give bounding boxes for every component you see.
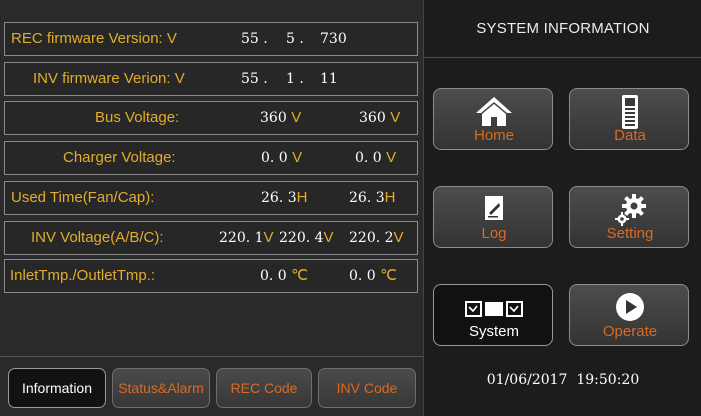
used-time-label: Used Time(Fan/Cap): [11, 189, 155, 206]
system-label: System [468, 323, 519, 340]
inv-firmware-row: INV firmware Verion: V 55 . 1 . 11 [4, 62, 418, 96]
rec-firmware-major: 55 . [241, 31, 268, 47]
tab-inv-code[interactable]: INV Code [318, 368, 416, 408]
operate-label: Operate [602, 323, 658, 340]
inv-voltage-b: 220. 4V [279, 229, 334, 246]
inv-firmware-build: 11 [320, 71, 338, 87]
bus-voltage-row: Bus Voltage: 360 V 360 V [4, 101, 418, 135]
bus-voltage-value-1: 360 V [260, 109, 302, 126]
setting-label: Setting [606, 225, 654, 242]
inv-firmware-minor: 1 . [286, 71, 304, 87]
inv-voltage-label: INV Voltage(A/B/C): [31, 229, 164, 246]
log-icon [434, 193, 554, 225]
charger-voltage-value-2: 0. 0 V [355, 149, 397, 166]
gear-icon [570, 193, 690, 226]
home-button[interactable]: Home [433, 88, 553, 150]
home-label: Home [473, 127, 514, 144]
tab-rec-code[interactable]: REC Code [216, 368, 312, 408]
inv-firmware-label: INV firmware Verion: V [33, 70, 185, 87]
data-icon [570, 95, 690, 129]
rec-firmware-row: REC firmware Version: V 55 . 5 . 730 [4, 22, 418, 56]
rec-firmware-label: REC firmware Version: V [11, 30, 177, 47]
charger-voltage-label: Charger Voltage: [63, 149, 176, 166]
datetime-display: 01/06/2017 19:50:20 [486, 372, 640, 388]
system-button[interactable]: System [433, 284, 553, 346]
charger-voltage-row: Charger Voltage: 0. 0 V 0. 0 V [4, 141, 418, 175]
used-time-fan: 26. 3H [261, 189, 308, 206]
bus-voltage-label: Bus Voltage: [95, 109, 180, 126]
inlet-temperature: 0. 0 ℃ [260, 267, 309, 284]
setting-button[interactable]: Setting [569, 186, 689, 248]
operate-button[interactable]: Operate [569, 284, 689, 346]
information-panel: REC firmware Version: V 55 . 5 . 730 INV… [0, 0, 423, 416]
ups-display: REC firmware Version: V 55 . 5 . 730 INV… [0, 0, 701, 416]
log-label: Log [481, 225, 507, 242]
system-panel: SYSTEM INFORMATION Home Data Log Setting… [423, 0, 701, 416]
temperature-row: InletTmp./OutletTmp.: 0. 0 ℃ 0. 0 ℃ [4, 259, 418, 293]
temperature-label: InletTmp./OutletTmp.: [10, 267, 156, 284]
home-icon [434, 95, 554, 127]
data-button[interactable]: Data [569, 88, 689, 150]
used-time-row: Used Time(Fan/Cap): 26. 3H 26. 3H [4, 181, 418, 215]
system-information-title: SYSTEM INFORMATION [424, 0, 701, 58]
inv-voltage-row: INV Voltage(A/B/C): 220. 1V 220. 4V 220.… [4, 221, 418, 255]
play-icon [570, 291, 690, 323]
charger-voltage-value-1: 0. 0 V [261, 149, 303, 166]
inv-voltage-c: 220. 2V [349, 229, 404, 246]
data-label: Data [614, 127, 646, 144]
tab-status-alarm[interactable]: Status&Alarm [112, 368, 210, 408]
inv-firmware-major: 55 . [241, 71, 268, 87]
bus-voltage-value-2: 360 V [359, 109, 401, 126]
tab-information[interactable]: Information [8, 368, 106, 408]
inv-voltage-a: 220. 1V [219, 229, 274, 246]
used-time-cap: 26. 3H [349, 189, 396, 206]
rec-firmware-build: 730 [320, 31, 347, 47]
log-button[interactable]: Log [433, 186, 553, 248]
outlet-temperature: 0. 0 ℃ [349, 267, 398, 284]
rec-firmware-minor: 5 . [286, 31, 304, 47]
tab-bar: Information Status&Alarm REC Code INV Co… [0, 356, 423, 416]
